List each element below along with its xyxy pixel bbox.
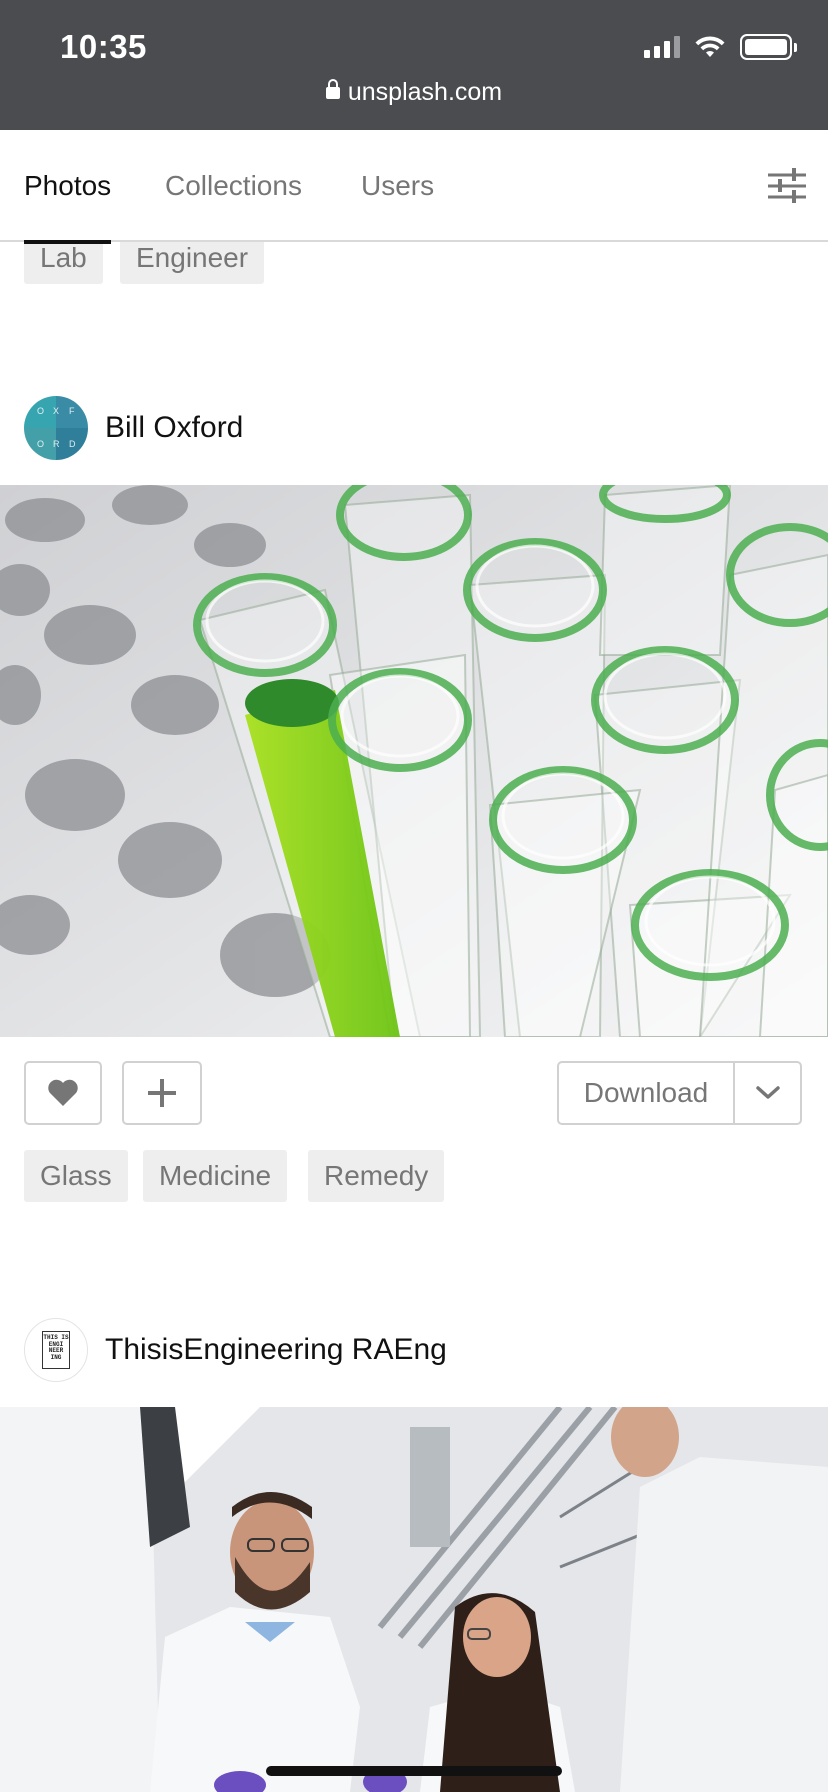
- download-button[interactable]: Download: [559, 1063, 735, 1123]
- avatar-letter: X: [53, 406, 60, 416]
- avatar-letter: D: [69, 439, 76, 449]
- avatar-letter: F: [69, 406, 75, 416]
- tab-photos-label[interactable]: Photos: [24, 130, 112, 244]
- avatar-letter: O: [37, 406, 45, 416]
- system-icons: [644, 34, 797, 60]
- tag-remedy[interactable]: Remedy: [308, 1150, 445, 1202]
- cellular-signal-icon: [644, 36, 680, 58]
- lab-engineers-image: [0, 1407, 828, 1792]
- author-row[interactable]: O X F O R D Bill Oxford: [24, 396, 243, 460]
- home-indicator: [266, 1766, 562, 1776]
- wifi-icon: [695, 36, 725, 57]
- photo-test-tubes[interactable]: [0, 485, 828, 1037]
- tag-medicine[interactable]: Medicine: [143, 1150, 288, 1202]
- chevron-down-icon: [755, 1086, 780, 1099]
- author-row[interactable]: THIS IS ENGI NEER ING ThisisEngineering …: [24, 1318, 447, 1382]
- lock-icon: [325, 79, 340, 99]
- photo-lab-engineers[interactable]: [0, 1407, 828, 1792]
- author-name[interactable]: ThisisEngineering RAEng: [105, 1333, 447, 1367]
- tag-glass[interactable]: Glass: [24, 1150, 128, 1202]
- download-options-button[interactable]: [735, 1063, 800, 1123]
- author-name[interactable]: Bill Oxford: [105, 411, 243, 445]
- address-bar[interactable]: unsplash.com: [0, 78, 828, 107]
- tab-collections-label[interactable]: Collections: [165, 130, 302, 242]
- avatar-letter: O: [37, 439, 45, 449]
- like-button[interactable]: [24, 1061, 102, 1125]
- avatar-logo: THIS IS ENGI NEER ING: [42, 1331, 70, 1369]
- avatar[interactable]: O X F O R D: [24, 396, 88, 460]
- tab-users-label[interactable]: Users: [361, 130, 434, 242]
- battery-icon: [740, 34, 797, 60]
- filter-sliders-icon[interactable]: [768, 168, 806, 204]
- heart-icon: [48, 1079, 78, 1106]
- avatar-letter: R: [53, 439, 60, 449]
- browser-status-bar: 10:35 unsplash.com: [0, 0, 828, 130]
- add-to-collection-button[interactable]: [122, 1061, 202, 1125]
- test-tubes-image: [0, 485, 828, 1037]
- tab-bar-overlay: Photos Collections Users: [0, 130, 828, 244]
- url-text: unsplash.com: [347, 78, 503, 106]
- download-button-group: Download: [557, 1061, 802, 1125]
- plus-icon: [148, 1079, 176, 1107]
- clock: 10:35: [60, 28, 147, 65]
- avatar-logo-text: ING: [50, 1353, 62, 1361]
- avatar[interactable]: THIS IS ENGI NEER ING: [24, 1318, 88, 1382]
